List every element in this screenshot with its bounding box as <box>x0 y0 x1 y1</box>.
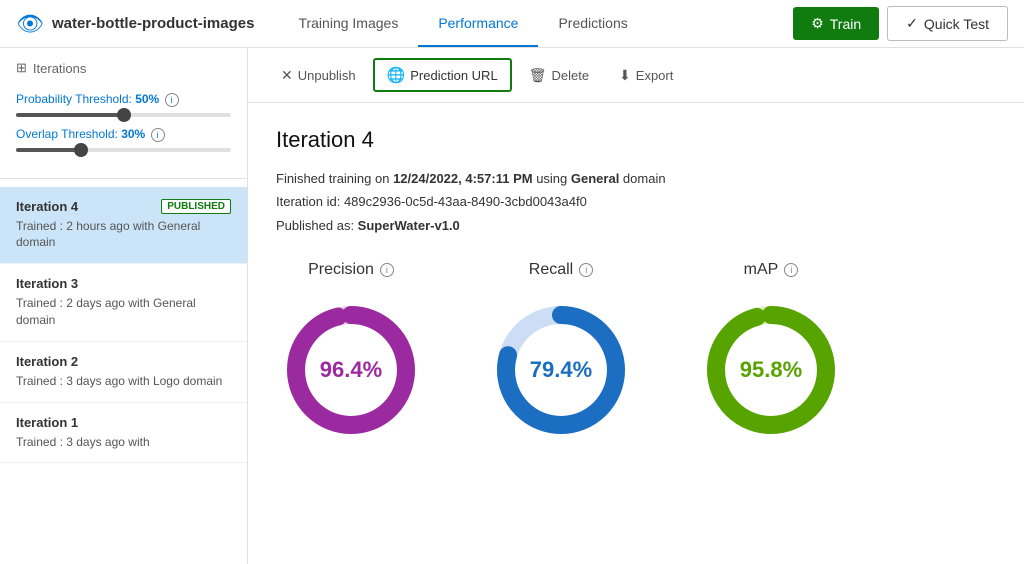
checkmark-icon: ✓ <box>906 15 918 32</box>
app-title: water-bottle-product-images <box>52 15 255 32</box>
overlap-threshold-value: 30% <box>121 127 145 141</box>
iteration-1-desc: Trained : 3 days ago with <box>16 434 231 451</box>
map-value: 95.8% <box>740 357 802 383</box>
published-badge: PUBLISHED <box>161 199 231 214</box>
precision-metric: Precision i 96.4% <box>276 261 426 445</box>
overlap-threshold-label: Overlap Threshold: 30% i <box>16 127 231 142</box>
header-actions: ⚙ Train ✓ Quick Test <box>793 6 1008 41</box>
recall-value: 79.4% <box>530 357 592 383</box>
globe-icon: 🌐 <box>387 66 406 84</box>
quick-test-button[interactable]: ✓ Quick Test <box>887 6 1008 41</box>
map-metric: mAP i 95.8% <box>696 261 846 445</box>
trash-icon: 🗑 <box>529 67 547 84</box>
iteration-4-header: Iteration 4 PUBLISHED <box>16 199 231 214</box>
meta-line-1: Finished training on 12/24/2022, 4:57:11… <box>276 167 996 190</box>
iteration-meta: Finished training on 12/24/2022, 4:57:11… <box>276 167 996 237</box>
sidebar-divider <box>0 178 247 179</box>
overlap-slider-thumb[interactable] <box>74 143 88 157</box>
iteration-2-name: Iteration 2 <box>16 354 78 369</box>
probability-threshold-label: Probability Threshold: 50% i <box>16 92 231 107</box>
iteration-item-1[interactable]: Iteration 1 Trained : 3 days ago with <box>0 403 247 464</box>
probability-info-icon[interactable]: i <box>165 93 179 107</box>
map-info-icon[interactable]: i <box>784 263 798 277</box>
content-area: ✕ Unpublish 🌐 Prediction URL 🗑 Delete ⬇ … <box>248 48 1024 564</box>
sidebar: ⊞ Iterations Probability Threshold: 50% … <box>0 48 248 564</box>
overlap-slider-track <box>16 148 231 152</box>
meta-line-3: Published as: SuperWater-v1.0 <box>276 214 996 237</box>
nav-predictions[interactable]: Predictions <box>538 1 647 47</box>
probability-threshold-value: 50% <box>135 92 159 106</box>
overlap-slider-fill <box>16 148 81 152</box>
recall-donut: 79.4% <box>486 295 636 445</box>
iteration-item-3[interactable]: Iteration 3 Trained : 2 days ago with Ge… <box>0 264 247 342</box>
header: 👁 water-bottle-product-images Training I… <box>0 0 1024 48</box>
precision-info-icon[interactable]: i <box>380 263 394 277</box>
main-content: ⊞ Iterations Probability Threshold: 50% … <box>0 48 1024 564</box>
app-logo: 👁 water-bottle-product-images <box>16 11 254 37</box>
export-button[interactable]: ⬇ Export <box>606 60 686 91</box>
iteration-2-desc: Trained : 3 days ago with Logo domain <box>16 373 231 390</box>
probability-threshold-row: Probability Threshold: 50% i <box>16 92 231 117</box>
main-nav: Training Images Performance Predictions <box>278 1 793 46</box>
toolbar: ✕ Unpublish 🌐 Prediction URL 🗑 Delete ⬇ … <box>248 48 1024 103</box>
threshold-section: Probability Threshold: 50% i Overlap Thr… <box>0 84 247 170</box>
prediction-url-button[interactable]: 🌐 Prediction URL <box>373 58 512 92</box>
recall-metric: Recall i 79.4% <box>486 261 636 445</box>
map-label: mAP i <box>744 261 799 279</box>
iteration-3-header: Iteration 3 <box>16 276 231 291</box>
gear-icon: ⚙ <box>811 15 824 32</box>
metrics-row: Precision i 96.4% Recall <box>276 261 996 445</box>
nav-performance[interactable]: Performance <box>418 1 538 47</box>
iteration-1-header: Iteration 1 <box>16 415 231 430</box>
iteration-heading: Iteration 4 <box>276 127 996 153</box>
iteration-item-4[interactable]: Iteration 4 PUBLISHED Trained : 2 hours … <box>0 187 247 265</box>
probability-slider-thumb[interactable] <box>117 108 131 122</box>
recall-label: Recall i <box>529 261 593 279</box>
iteration-4-name: Iteration 4 <box>16 199 78 214</box>
delete-button[interactable]: 🗑 Delete <box>516 60 602 91</box>
nav-training-images[interactable]: Training Images <box>278 1 418 47</box>
overlap-threshold-row: Overlap Threshold: 30% i <box>16 127 231 152</box>
iteration-item-2[interactable]: Iteration 2 Trained : 3 days ago with Lo… <box>0 342 247 403</box>
probability-slider-track <box>16 113 231 117</box>
precision-label: Precision i <box>308 261 394 279</box>
overlap-info-icon[interactable]: i <box>151 128 165 142</box>
precision-value: 96.4% <box>320 357 382 383</box>
recall-info-icon[interactable]: i <box>579 263 593 277</box>
iteration-1-name: Iteration 1 <box>16 415 78 430</box>
probability-slider-fill <box>16 113 124 117</box>
x-icon: ✕ <box>281 67 293 84</box>
map-donut: 95.8% <box>696 295 846 445</box>
sidebar-title: ⊞ Iterations <box>0 48 247 84</box>
iteration-4-desc: Trained : 2 hours ago with General domai… <box>16 218 231 252</box>
iteration-details: Iteration 4 Finished training on 12/24/2… <box>248 103 1024 469</box>
iteration-3-desc: Trained : 2 days ago with General domain <box>16 295 231 329</box>
download-icon: ⬇ <box>619 67 631 84</box>
iteration-3-name: Iteration 3 <box>16 276 78 291</box>
unpublish-button[interactable]: ✕ Unpublish <box>268 60 369 91</box>
eye-icon: 👁 <box>16 11 44 37</box>
meta-line-2: Iteration id: 489c2936-0c5d-43aa-8490-3c… <box>276 190 996 213</box>
train-button[interactable]: ⚙ Train <box>793 7 879 40</box>
layers-icon: ⊞ <box>16 60 27 76</box>
iteration-2-header: Iteration 2 <box>16 354 231 369</box>
precision-donut: 96.4% <box>276 295 426 445</box>
